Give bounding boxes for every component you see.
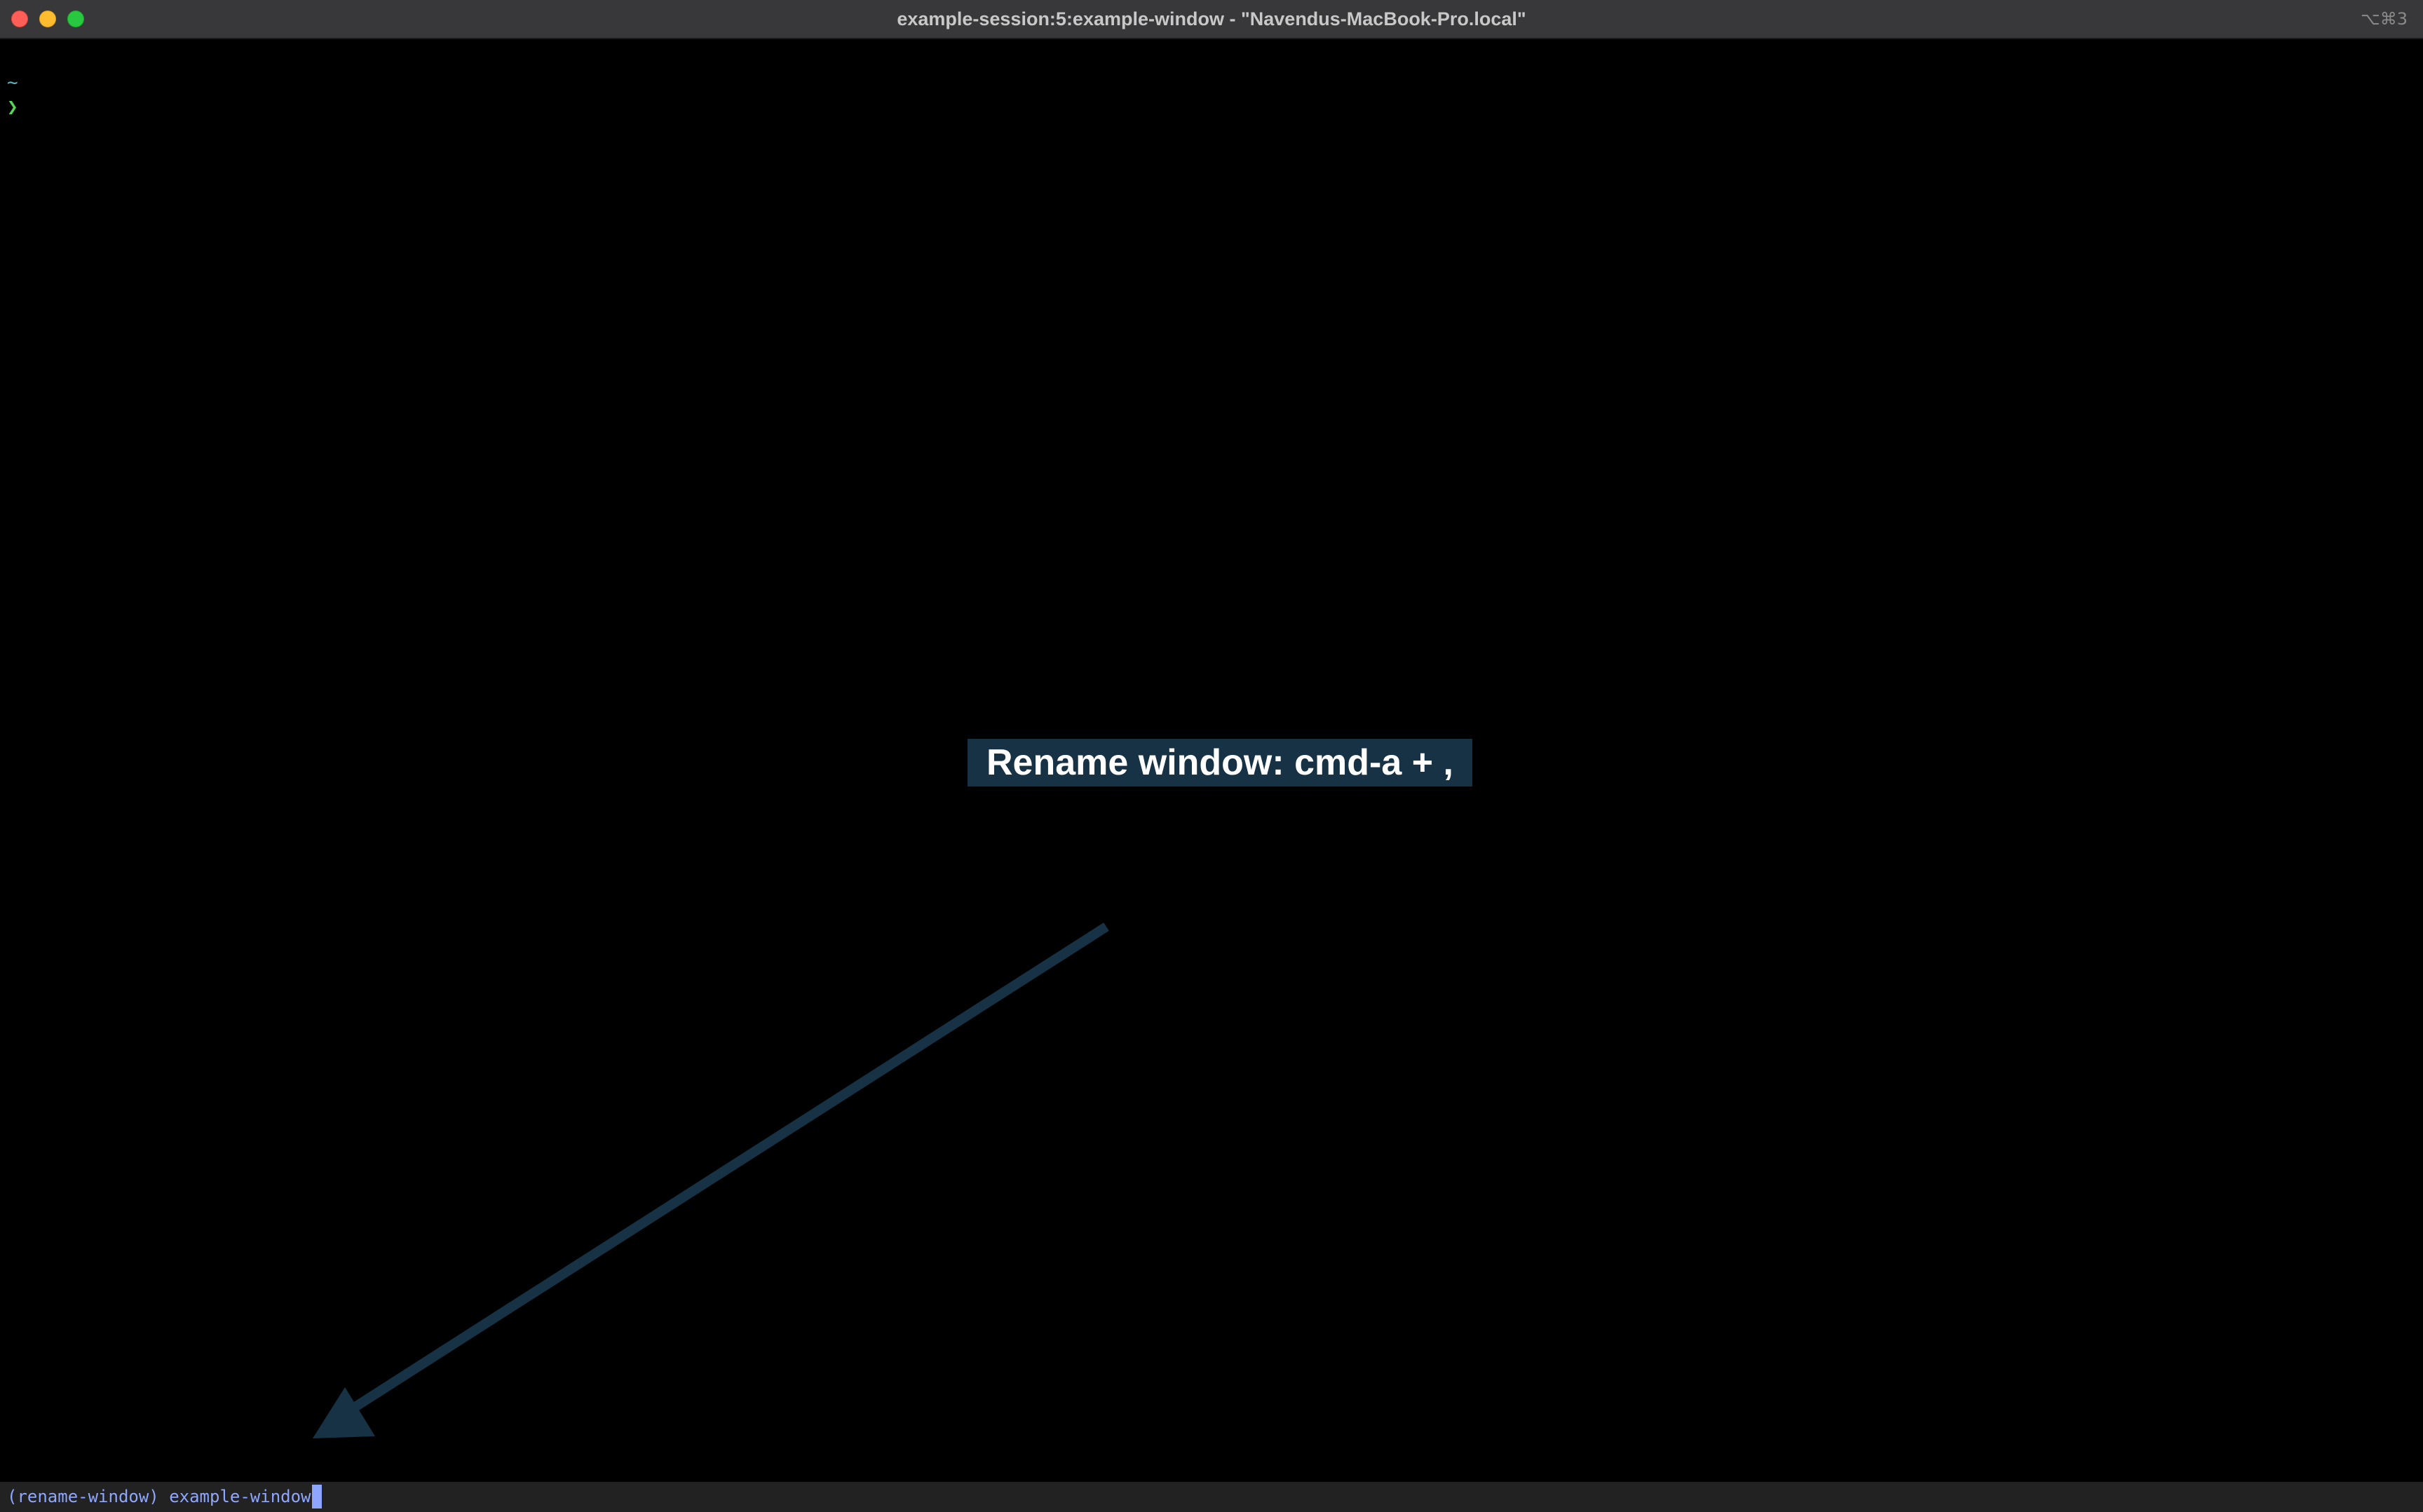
text-cursor: [311, 1485, 322, 1508]
annotation-text: Rename window: cmd-a + ,: [986, 742, 1454, 783]
window-shortcut: ⌥⌘3: [2361, 9, 2408, 29]
title-bar[interactable]: example-session:5:example-window - "Nave…: [0, 0, 2423, 39]
tmux-status-bar: [0, 1482, 2423, 1512]
rename-window-input[interactable]: example-window: [169, 1483, 311, 1511]
tmux-command-prompt[interactable]: (rename-window) example-window: [7, 1483, 322, 1511]
annotation-callout: Rename window: cmd-a + ,: [968, 739, 1472, 786]
shell-prompt: ❯: [7, 97, 18, 118]
window-title: example-session:5:example-window - "Nave…: [897, 8, 1526, 29]
terminal-window: example-session:5:example-window - "Nave…: [0, 0, 2423, 1512]
command-label: (rename-window): [7, 1487, 159, 1506]
current-directory: ~: [7, 72, 18, 93]
